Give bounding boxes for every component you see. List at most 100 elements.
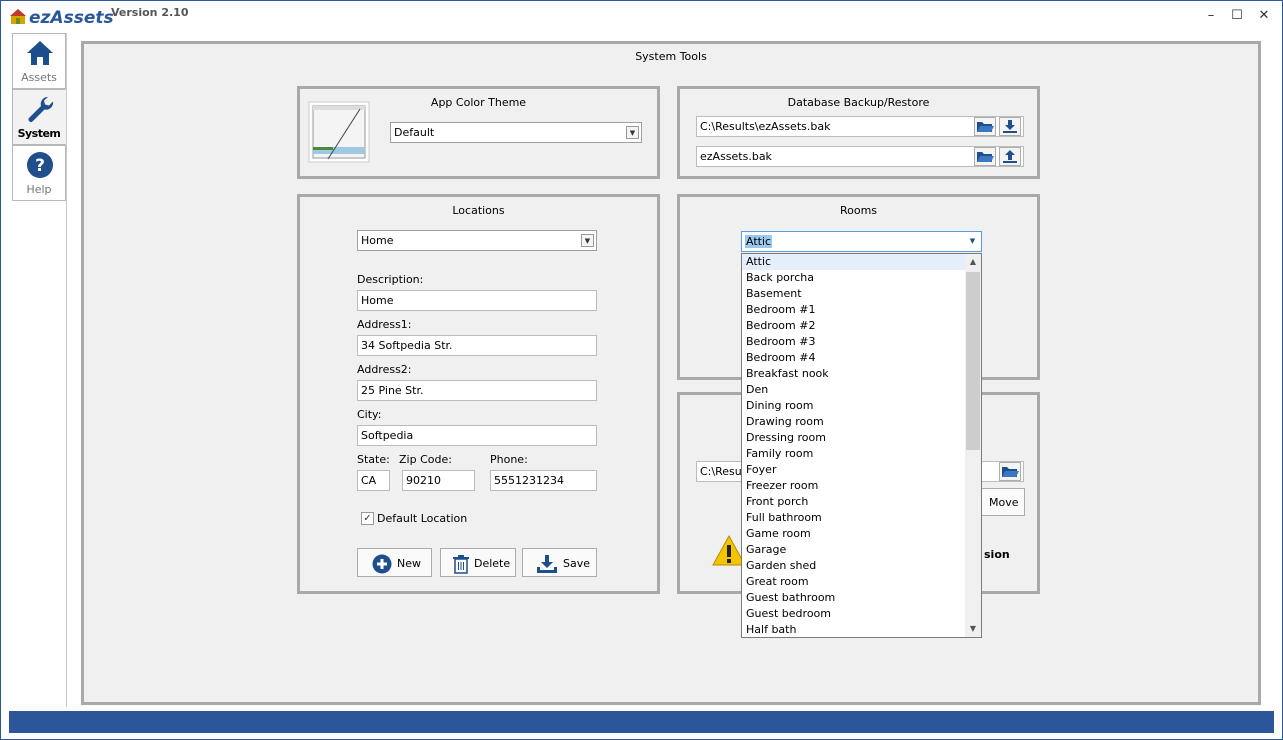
help-icon: ? <box>27 152 53 178</box>
side-nav: Assets System ? Help <box>1 33 67 707</box>
restore-file-value: ezAssets.bak <box>700 150 772 163</box>
default-location-label: Default Location <box>377 512 468 525</box>
chevron-down-icon[interactable]: ▼ <box>966 235 979 248</box>
theme-preview-icon <box>308 101 370 163</box>
delete-location-button[interactable]: Delete <box>440 548 516 577</box>
app-version: Version 2.10 <box>111 6 189 19</box>
phone-value: 5551231234 <box>494 474 564 487</box>
restore-upload-button[interactable] <box>999 147 1021 166</box>
room-select[interactable]: Attic ▼ <box>741 231 982 252</box>
zip-field[interactable]: 90210 <box>402 470 475 491</box>
zip-value: 90210 <box>406 474 441 487</box>
save-location-button[interactable]: Save <box>522 548 597 577</box>
state-label: State: <box>357 453 390 466</box>
delete-button-label: Delete <box>474 557 511 570</box>
city-label: City: <box>357 408 382 421</box>
room-option[interactable]: Freezer room <box>742 478 966 494</box>
room-option[interactable]: Drawing room <box>742 414 966 430</box>
move-button-label: Move <box>989 496 1019 509</box>
room-options: Attic Back porcha Basement Bedroom #1 Bedroo… <box>742 254 966 637</box>
room-option[interactable]: Dining room <box>742 398 966 414</box>
app-name: ezAssets <box>29 8 114 28</box>
locations-group: Locations Home ▼ Description: Home Addre… <box>297 194 660 594</box>
new-location-button[interactable]: New <box>357 548 432 577</box>
scroll-down-icon[interactable]: ▼ <box>965 621 981 637</box>
home-icon <box>27 41 53 65</box>
room-option[interactable]: Full bathroom <box>742 510 966 526</box>
room-option[interactable]: Bedroom #4 <box>742 350 966 366</box>
phone-label: Phone: <box>490 453 528 466</box>
address2-label: Address2: <box>357 363 412 376</box>
theme-select[interactable]: Default ▼ <box>390 122 642 143</box>
folder-open-icon <box>977 122 994 132</box>
room-option[interactable]: Guest bedroom <box>742 606 966 622</box>
scroll-thumb[interactable] <box>966 272 980 450</box>
room-option[interactable]: Front porch <box>742 494 966 510</box>
address1-field[interactable]: 34 Softpedia Str. <box>357 335 597 356</box>
default-location-checkbox[interactable]: ✓ <box>361 512 374 525</box>
room-option[interactable]: Bedroom #2 <box>742 318 966 334</box>
room-option[interactable]: Great room <box>742 574 966 590</box>
wrench-icon <box>28 96 54 122</box>
state-field[interactable]: CA <box>357 470 390 491</box>
nav-label-assets: Assets <box>21 71 57 84</box>
address2-field[interactable]: 25 Pine Str. <box>357 380 597 401</box>
room-option[interactable]: Garden shed <box>742 558 966 574</box>
move-browse-button[interactable] <box>999 462 1021 481</box>
location-select[interactable]: Home ▼ <box>357 230 597 251</box>
city-field[interactable]: Softpedia <box>357 425 597 446</box>
room-option[interactable]: Breakfast nook <box>742 366 966 382</box>
room-select-value: Attic <box>745 235 773 248</box>
minimize-button[interactable]: – <box>1200 5 1222 27</box>
room-option[interactable]: Attic <box>742 254 966 270</box>
room-option[interactable]: Garage <box>742 542 966 558</box>
address1-value: 34 Softpedia Str. <box>361 339 453 352</box>
room-option[interactable]: Basement <box>742 286 966 302</box>
page-title: System Tools <box>635 50 707 63</box>
address1-label: Address1: <box>357 318 412 331</box>
status-bar <box>9 711 1274 733</box>
backup-title: Database Backup/Restore <box>787 96 930 109</box>
room-option[interactable]: Bedroom #1 <box>742 302 966 318</box>
nav-item-assets[interactable]: Assets <box>12 33 66 89</box>
trash-icon <box>453 555 469 574</box>
system-tools-panel: System Tools <box>81 41 1261 705</box>
dropdown-scrollbar[interactable]: ▲ ▼ <box>965 254 981 637</box>
download-save-icon <box>537 555 557 573</box>
rooms-title: Rooms <box>839 204 878 217</box>
room-dropdown-list[interactable]: Attic Back porcha Basement Bedroom #1 Bedroo… <box>741 253 982 638</box>
description-field[interactable]: Home <box>357 290 597 311</box>
nav-item-help[interactable]: ? Help <box>12 145 66 201</box>
maximize-button[interactable]: ☐ <box>1226 5 1248 27</box>
upload-icon <box>1003 150 1017 163</box>
restore-browse-button[interactable] <box>974 147 996 166</box>
backup-browse-button[interactable] <box>974 117 996 136</box>
room-option[interactable]: Dressing room <box>742 430 966 446</box>
room-option[interactable]: Half bath <box>742 622 966 637</box>
room-option[interactable]: Back porcha <box>742 270 966 286</box>
room-option[interactable]: Bedroom #3 <box>742 334 966 350</box>
chevron-down-icon[interactable]: ▼ <box>626 126 639 139</box>
nav-label-system: System <box>17 127 61 140</box>
nav-item-system[interactable]: System <box>12 89 66 145</box>
title-bar: ezAssets Version 2.10 – ☐ ✕ <box>1 1 1282 33</box>
close-button[interactable]: ✕ <box>1253 5 1275 27</box>
phone-field[interactable]: 5551231234 <box>490 470 597 491</box>
warning-text: sion <box>984 548 1010 561</box>
save-button-label: Save <box>563 557 591 570</box>
locations-title: Locations <box>452 204 505 217</box>
room-option[interactable]: Game room <box>742 526 966 542</box>
download-icon <box>1003 120 1017 133</box>
address2-value: 25 Pine Str. <box>361 384 424 397</box>
room-option[interactable]: Guest bathroom <box>742 590 966 606</box>
chevron-down-icon[interactable]: ▼ <box>581 234 594 247</box>
location-select-value: Home <box>361 234 394 247</box>
plus-circle-icon <box>372 554 392 574</box>
room-option[interactable]: Den <box>742 382 966 398</box>
color-theme-group: App Color Theme Default ▼ <box>297 86 660 179</box>
room-option[interactable]: Family room <box>742 446 966 462</box>
description-label: Description: <box>357 273 424 286</box>
backup-download-button[interactable] <box>999 117 1021 136</box>
scroll-up-icon[interactable]: ▲ <box>965 254 981 270</box>
room-option[interactable]: Foyer <box>742 462 966 478</box>
